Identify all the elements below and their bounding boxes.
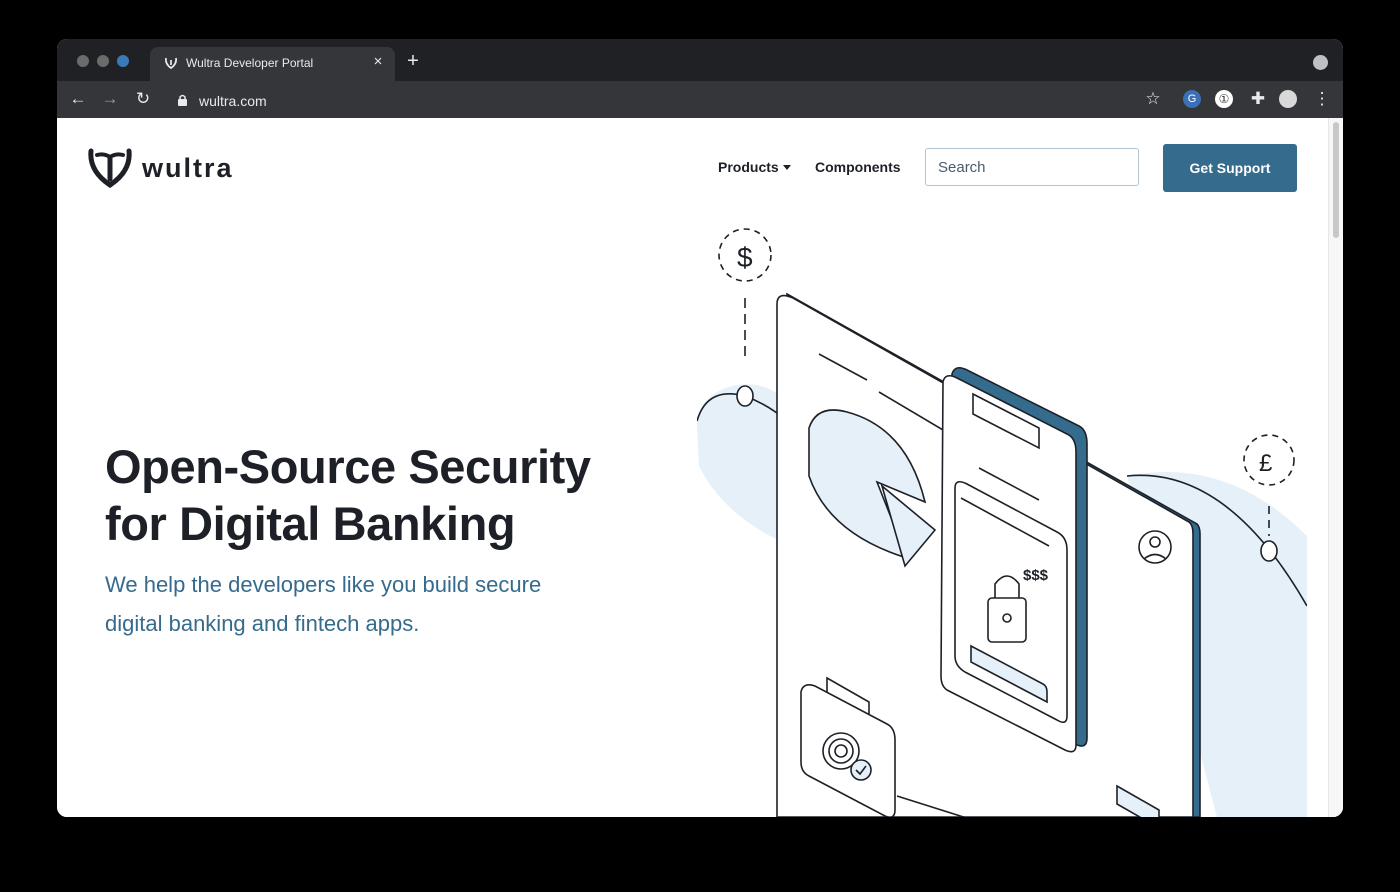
tab-title: Wultra Developer Portal [186, 56, 314, 70]
profile-menu-icon[interactable] [1313, 55, 1328, 70]
chevron-down-icon [782, 165, 791, 170]
brand-name: wultra [142, 153, 234, 183]
search-input[interactable] [925, 148, 1139, 186]
bookmark-star-icon[interactable]: ☆ [1142, 88, 1164, 110]
hero-subtitle: We help the developers like you build se… [105, 565, 665, 643]
check-icon [850, 759, 872, 781]
profile-avatar-icon[interactable] [1279, 90, 1297, 108]
hero-title-line-1: Open-Source Security [105, 440, 591, 493]
products-label: Products [718, 159, 779, 175]
scrollbar-thumb[interactable] [1333, 122, 1339, 238]
hero-title: Open-Source Security for Digital Banking [105, 438, 705, 552]
wultra-logo[interactable]: wultra [87, 148, 267, 189]
forward-button[interactable]: → [99, 88, 121, 110]
wultra-shield-icon [88, 148, 132, 189]
reload-button[interactable]: ↻ [132, 88, 154, 110]
browser-toolbar: ← → ↻ wultra.com ☆ G ① ✚ ⋮ [57, 81, 1343, 118]
web-page: wultra Products Components Get Support O… [57, 118, 1343, 817]
tab-close-icon[interactable]: × [369, 53, 387, 71]
pound-sign: £ [1259, 450, 1272, 477]
page-scrollbar[interactable] [1328, 118, 1343, 817]
tab-strip: Wultra Developer Portal × + [57, 39, 1343, 81]
components-link[interactable]: Components [815, 159, 901, 175]
close-window-icon[interactable] [77, 55, 89, 67]
wultra-favicon-icon [165, 57, 177, 70]
dollar-sign: $ [737, 242, 753, 273]
url-text: wultra.com [199, 93, 267, 109]
hero-subtitle-line-1: We help the developers like you build se… [105, 572, 542, 597]
security-illustration: $ £ $$$ [697, 228, 1307, 817]
active-tab[interactable]: Wultra Developer Portal × [150, 47, 395, 81]
new-tab-button[interactable]: + [402, 51, 424, 73]
lock-icon [178, 94, 187, 106]
hero-subtitle-line-2: digital banking and fintech apps. [105, 611, 420, 636]
browser-menu-icon[interactable]: ⋮ [1311, 88, 1333, 110]
extensions-puzzle-icon[interactable]: ✚ [1247, 88, 1269, 110]
back-button[interactable]: ← [67, 88, 89, 110]
products-menu[interactable]: Products [718, 159, 791, 175]
money-label: $$$ [1023, 567, 1049, 584]
hero-title-line-2: for Digital Banking [105, 497, 516, 550]
minimize-window-icon[interactable] [97, 55, 109, 67]
browser-window: Wultra Developer Portal × + ← → ↻ wultra… [57, 39, 1343, 817]
get-support-button[interactable]: Get Support [1163, 144, 1297, 192]
zoom-window-icon[interactable] [117, 55, 129, 67]
grammarly-extension-icon[interactable]: G [1183, 90, 1201, 108]
password-extension-icon[interactable]: ① [1215, 90, 1233, 108]
address-bar[interactable]: wultra.com [167, 86, 1181, 114]
